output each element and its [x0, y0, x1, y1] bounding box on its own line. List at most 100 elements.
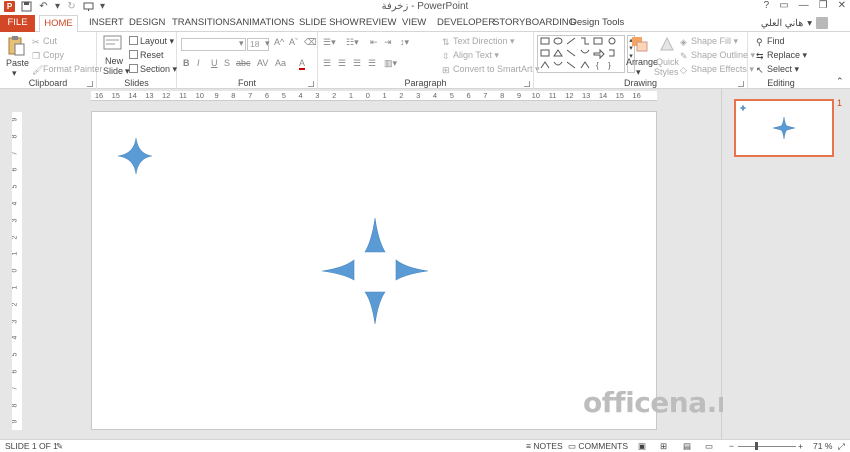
- justify-icon[interactable]: ☰: [368, 58, 376, 69]
- font-name-combo[interactable]: [181, 38, 246, 51]
- drawing-group: {} ▴ ▾ ▾ Arrange ▾ Quick Styles ◈ Shape Fil…: [534, 32, 755, 89]
- quick-styles-icon[interactable]: [658, 35, 676, 53]
- strikethrough-button[interactable]: abc: [236, 58, 251, 68]
- new-slide-label-2[interactable]: Slide: [103, 66, 123, 76]
- shadow-button[interactable]: S: [224, 58, 230, 68]
- tab-view[interactable]: VIEW: [400, 15, 428, 32]
- align-right-icon[interactable]: ☰: [353, 58, 361, 69]
- slide-canvas[interactable]: [91, 111, 657, 430]
- ruler-tick-label: 0: [365, 91, 370, 100]
- tab-developer[interactable]: DEVELOPER: [435, 15, 497, 32]
- text-direction-button[interactable]: ⇅ Text Direction ▾: [442, 36, 515, 47]
- new-slide-icon[interactable]: [103, 35, 123, 55]
- help-icon[interactable]: ?: [764, 0, 770, 11]
- clear-format-icon[interactable]: ⌫: [304, 37, 317, 48]
- close-icon[interactable]: ✕: [838, 0, 846, 11]
- comments-label: COMMENTS: [578, 441, 628, 451]
- star-petal-top[interactable]: [364, 217, 386, 253]
- bullets-icon[interactable]: ☰▾: [323, 37, 336, 48]
- small-star-shape[interactable]: [117, 137, 153, 175]
- align-left-icon[interactable]: ☰: [323, 58, 331, 69]
- copy-button[interactable]: ❐ Copy: [32, 50, 64, 61]
- italic-button[interactable]: I: [197, 58, 200, 68]
- star-petal-bottom[interactable]: [364, 291, 386, 325]
- arrange-label[interactable]: Arrange: [626, 57, 658, 67]
- zoom-slider[interactable]: [738, 446, 796, 447]
- font-size-dropdown-icon[interactable]: ▾: [265, 38, 270, 49]
- tab-file[interactable]: FILE: [0, 15, 35, 32]
- shape-fill-button[interactable]: ◈ Shape Fill ▾: [680, 36, 738, 47]
- reading-view-icon[interactable]: ▤: [683, 441, 691, 452]
- align-center-icon[interactable]: ☰: [338, 58, 346, 69]
- tab-design-tools[interactable]: Design Tools: [568, 15, 626, 32]
- bold-button[interactable]: B: [183, 58, 190, 68]
- shrink-font-icon[interactable]: Aˇ: [289, 37, 298, 47]
- vertical-ruler: 9 8 7 6 5 4 3 2 1 0 1 2 3 4 5 6 7 8 9: [12, 112, 22, 430]
- tab-slide-show[interactable]: SLIDE SHOW: [297, 15, 361, 32]
- zoom-out-icon[interactable]: −: [729, 441, 734, 451]
- minimize-icon[interactable]: —: [799, 0, 809, 11]
- section-button[interactable]: Section ▾: [129, 64, 177, 75]
- paragraph-launcher-icon[interactable]: [524, 81, 530, 87]
- shapes-gallery[interactable]: {}: [537, 35, 625, 73]
- user-account[interactable]: هاني العلي ▾: [761, 17, 828, 29]
- arrange-dropdown-icon[interactable]: ▾: [636, 67, 641, 78]
- shape-effects-button[interactable]: ◇ Shape Effects ▾: [680, 64, 754, 75]
- convert-smartart-button[interactable]: ⊞ Convert to SmartArt ▾: [442, 64, 540, 75]
- paste-button[interactable]: Paste: [6, 58, 29, 68]
- columns-icon[interactable]: ▥▾: [384, 58, 397, 69]
- status-bar: SLIDE 1 OF 1 ✎ ≡ NOTES ▭ COMMENTS ▣ ⊞ ▤ …: [0, 439, 850, 452]
- quick-styles-label-2[interactable]: Styles: [654, 67, 679, 77]
- zoom-level[interactable]: 71 %: [813, 441, 832, 451]
- change-case-button[interactable]: Aa: [275, 58, 286, 68]
- slide-sorter-icon[interactable]: ⊞: [660, 441, 667, 452]
- underline-button[interactable]: U: [211, 58, 218, 68]
- font-name-dropdown-icon[interactable]: ▾: [239, 38, 244, 49]
- quick-styles-label-1[interactable]: Quick: [656, 57, 679, 67]
- char-spacing-button[interactable]: AV: [257, 58, 268, 68]
- clipboard-launcher-icon[interactable]: [87, 81, 93, 87]
- spell-check-icon[interactable]: ✎: [56, 441, 63, 452]
- font-launcher-icon[interactable]: [308, 81, 314, 87]
- slide-thumbnail[interactable]: [734, 99, 834, 157]
- increase-indent-icon[interactable]: ⇥: [384, 37, 392, 48]
- layout-button[interactable]: Layout ▾: [129, 36, 174, 47]
- tab-home[interactable]: HOME: [39, 15, 78, 33]
- restore-icon[interactable]: ❐: [819, 0, 828, 11]
- tab-design[interactable]: DESIGN: [127, 15, 167, 32]
- zoom-slider-thumb[interactable]: [755, 442, 758, 450]
- cut-button[interactable]: ✂ Cut: [32, 36, 57, 47]
- tab-insert[interactable]: INSERT: [87, 15, 126, 32]
- reset-button[interactable]: Reset: [129, 50, 164, 60]
- replace-button[interactable]: ⇆ Replace ▾: [756, 50, 807, 61]
- align-text-button[interactable]: ⇳ Align Text ▾: [442, 50, 499, 61]
- tab-review[interactable]: REVIEW: [357, 15, 398, 32]
- normal-view-icon[interactable]: ▣: [638, 441, 646, 452]
- shape-outline-button[interactable]: ✎ Shape Outline ▾: [680, 50, 755, 61]
- shape-outline-label: Shape Outline: [691, 50, 749, 60]
- drawing-launcher-icon[interactable]: [738, 81, 744, 87]
- star-petal-right[interactable]: [395, 259, 429, 281]
- tab-transitions[interactable]: TRANSITIONS: [170, 15, 238, 32]
- star-petal-left[interactable]: [321, 259, 355, 281]
- find-button[interactable]: ⚲ Find: [756, 36, 785, 47]
- notes-button[interactable]: ≡ NOTES: [526, 441, 563, 451]
- zoom-in-icon[interactable]: +: [798, 441, 803, 451]
- format-painter-button[interactable]: 🖌Format Painter: [32, 64, 103, 75]
- select-button[interactable]: ↖ Select ▾: [756, 64, 799, 75]
- numbering-icon[interactable]: ☷▾: [346, 37, 359, 48]
- paste-icon[interactable]: [6, 35, 28, 57]
- grow-font-icon[interactable]: A^: [274, 37, 284, 47]
- ribbon-display-icon[interactable]: ▭: [779, 0, 788, 11]
- font-color-button[interactable]: A: [299, 58, 306, 70]
- slide-show-icon[interactable]: ▭: [705, 441, 713, 452]
- line-spacing-icon[interactable]: ↕▾: [400, 37, 409, 48]
- comments-button[interactable]: ▭ COMMENTS: [568, 441, 628, 452]
- decrease-indent-icon[interactable]: ⇤: [370, 37, 378, 48]
- collapse-ribbon-icon[interactable]: ⌃: [836, 76, 844, 87]
- fit-to-window-icon[interactable]: ⤢: [838, 441, 845, 452]
- tab-storyboarding[interactable]: STORYBOARDING: [491, 15, 578, 32]
- arrange-icon[interactable]: [630, 35, 650, 55]
- tab-animations[interactable]: ANIMATIONS: [234, 15, 296, 32]
- new-slide-label-1[interactable]: New: [105, 56, 123, 66]
